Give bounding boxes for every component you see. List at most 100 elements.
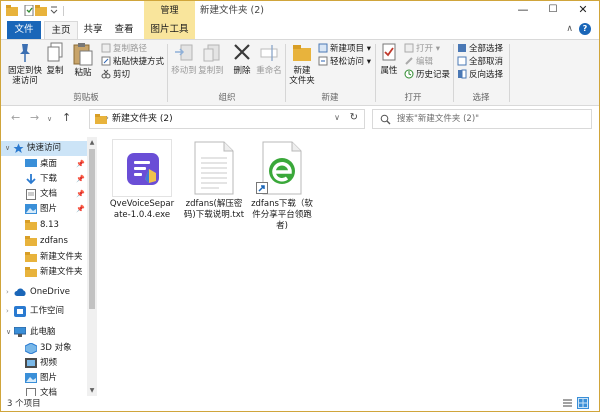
nav-item-pictures[interactable]: 图片 📌 [1,202,87,217]
address-bar[interactable]: › 新建文件夹 (2) ∨ ↻ [89,109,365,129]
nav-item-folder[interactable]: zdfans [1,234,87,249]
tab-share[interactable]: 共享 [78,21,108,39]
search-icon [380,114,391,125]
minimize-button[interactable]: — [508,1,538,21]
onedrive-label: OneDrive [30,287,70,297]
pin-icon: 📌 [76,190,85,198]
easy-access-button[interactable]: 轻松访问 ▾ [318,56,371,68]
paste-button[interactable]: 粘贴 [70,42,96,78]
paste-shortcut-label: 粘贴快捷方式 [113,57,165,67]
nav-label: 文档 [40,388,58,396]
nav-label: 新建文件夹 [40,252,83,262]
file-name: QveVoiceSeparate-1.0.4.exe [109,199,175,220]
invert-selection-button[interactable]: 反向选择 [457,69,503,81]
tab-view[interactable]: 查看 [108,21,140,39]
pin-label-2: 速访问 [12,76,38,86]
refresh-icon[interactable]: ↻ [350,112,358,123]
ribbon-collapse-icon[interactable]: ∧ [566,24,573,34]
folder-icon [25,236,37,246]
document-icon [26,388,36,396]
large-icons-view-icon[interactable] [577,397,589,409]
close-button[interactable]: ✕ [568,1,598,21]
file-item[interactable]: QveVoiceSeparate-1.0.4.exe [109,139,175,221]
up-arrow-icon[interactable]: ↑ [62,111,71,124]
open-group-label: 打开 [404,93,422,103]
nav-pc-videos[interactable]: 视频 [1,356,87,371]
address-path[interactable]: 新建文件夹 (2) [112,110,173,128]
move-to-button[interactable]: 移动到 [171,42,197,76]
cloud-icon [14,288,26,296]
select-all-label: 全部选择 [469,44,504,54]
scroll-down-icon[interactable]: ▼ [87,387,97,394]
select-all-button[interactable]: 全部选择 [457,43,503,55]
history-button[interactable]: 历史记录 [404,69,450,81]
nav-scrollbar[interactable]: ▲ ▼ [87,137,97,396]
file-item[interactable]: zdfans(解压密码)下载说明.txt [181,139,247,221]
nav-item-folder[interactable]: 8.13 [1,218,87,233]
properties-button[interactable]: 属性 [378,42,400,76]
copy-path-button[interactable]: 复制路径 [101,43,147,55]
expand-chevron-icon[interactable]: › [6,304,9,319]
details-view-icon[interactable] [562,398,573,409]
forward-arrow-icon[interactable]: → [30,111,39,124]
group-separator [375,44,376,102]
nav-workspace[interactable]: › 工作空间 [1,304,87,319]
address-dropdown-icon[interactable]: ∨ [334,113,340,122]
nav-pc-3d-objects[interactable]: 3D 对象 [1,341,87,356]
paste-shortcut-button[interactable]: 粘贴快捷方式 [101,56,164,68]
cut-button[interactable]: 剪切 [101,69,130,81]
breadcrumb-chevron-icon[interactable]: › [106,114,109,122]
nav-item-downloads[interactable]: 下载 📌 [1,172,87,187]
open-button[interactable]: 打开 ▾ [404,43,440,55]
expand-chevron-icon[interactable]: ∨ [5,141,10,156]
expand-chevron-icon[interactable]: › [6,285,9,300]
nav-item-documents[interactable]: 文档 📌 [1,187,87,202]
maximize-button[interactable]: ☐ [538,1,568,21]
nav-item-folder[interactable]: 新建文件夹 [1,265,87,280]
pin-icon: 📌 [76,160,85,168]
new-folder-button[interactable]: 新建 文件夹 [289,42,315,86]
paste-label: 粘贴 [74,68,92,78]
video-icon [25,358,37,368]
tab-home[interactable]: 主页 [44,21,78,39]
copy-to-button[interactable]: 复制到 [198,42,224,76]
new-folder-quick-icon[interactable] [35,5,47,16]
customize-qa-icon[interactable] [49,5,59,16]
browser-shortcut-icon [262,141,302,195]
nav-item-desktop[interactable]: 桌面 📌 [1,157,87,172]
edit-button[interactable]: 编辑 [404,56,433,68]
recent-dropdown-icon[interactable]: ∨ [47,115,52,123]
nav-onedrive[interactable]: › OneDrive [1,285,87,300]
file-thumbnail [252,139,312,197]
select-none-button[interactable]: 全部取消 [457,56,503,68]
new-item-button[interactable]: 新建项目 ▾ [318,43,371,55]
status-bar: 3 个项目 [1,396,599,411]
back-arrow-icon[interactable]: ← [11,111,20,124]
tab-picture-tools[interactable]: 图片工具 [144,21,195,39]
open-icon [404,43,414,53]
group-separator [453,44,454,102]
nav-item-folder[interactable]: 新建文件夹 [1,250,87,265]
move-to-icon [175,44,193,61]
group-separator [167,44,168,102]
folder-icon [25,267,37,277]
nav-scroll-thumb[interactable] [89,149,95,309]
properties-label: 属性 [380,66,398,76]
expand-chevron-icon[interactable]: ∨ [6,325,11,340]
navigation-pane: ∨ 快速访问 桌面 📌 下载 📌 文档 📌 图片 📌 8.13 zdfans 新… [1,137,97,396]
nav-pc-documents[interactable]: 文档 [1,386,87,396]
pin-quick-access-button[interactable]: 固定到快 速访问 [7,42,43,86]
search-box[interactable]: 搜索"新建文件夹 (2)" [372,109,592,129]
rename-button[interactable]: 重命名 [255,42,283,76]
tab-file[interactable]: 文件 [7,21,41,39]
nav-this-pc[interactable]: ∨ 此电脑 [1,325,87,340]
scroll-up-icon[interactable]: ▲ [87,139,97,146]
help-icon[interactable]: ? [579,23,591,35]
nav-pc-pictures[interactable]: 图片 [1,371,87,386]
nav-quick-access[interactable]: ∨ 快速访问 [1,141,87,156]
file-item[interactable]: zdfans下载（软件分享平台领跑者) [247,139,317,232]
properties-quick-icon[interactable] [23,5,35,16]
delete-button[interactable]: 删除 [230,42,254,76]
select-none-icon [457,56,467,66]
copy-button[interactable]: 复制 [44,42,66,76]
